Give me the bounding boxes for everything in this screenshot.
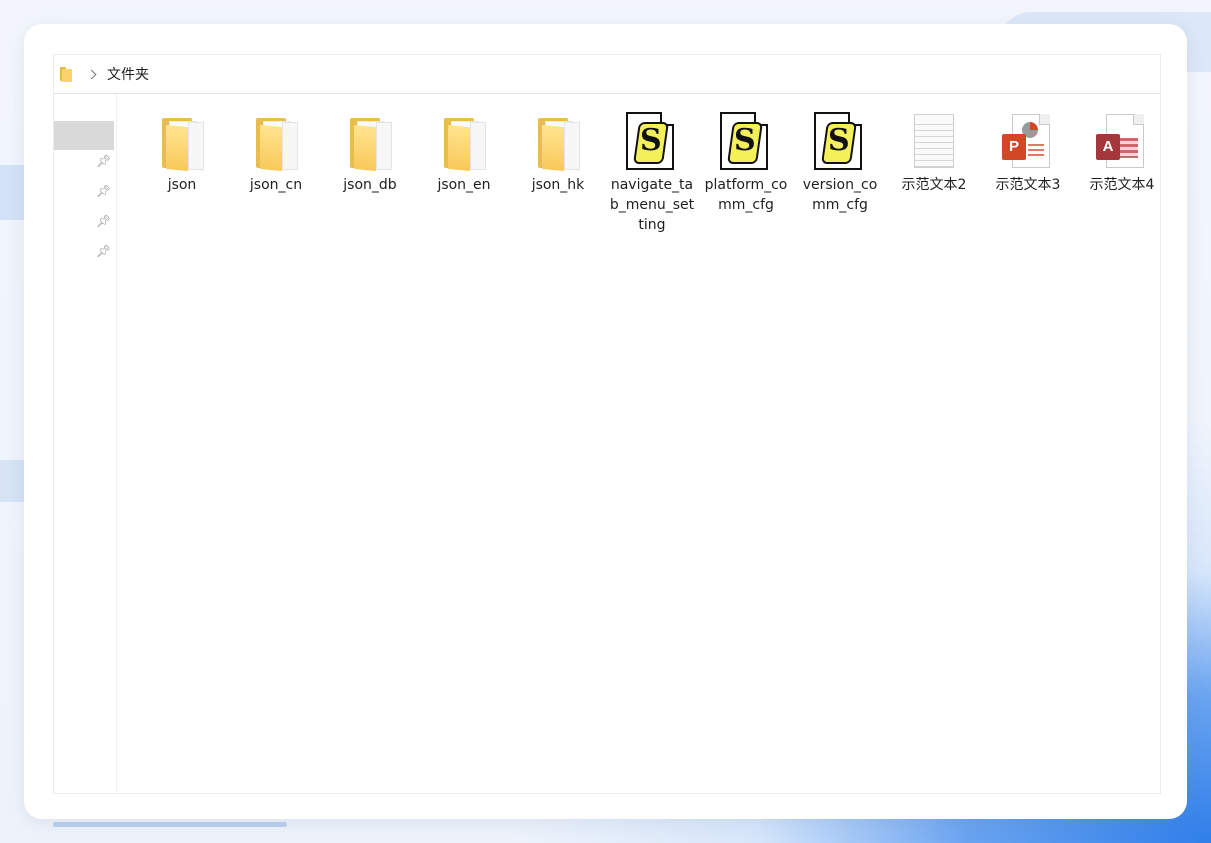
text-file-icon xyxy=(904,112,964,174)
powerpoint-file-icon: P xyxy=(998,112,1058,174)
file-item-示范文本3[interactable]: P 示范文本3 xyxy=(982,112,1074,195)
file-name: navigate_tab_menu_setting xyxy=(609,177,695,233)
pin-icon[interactable]: 📌︎ xyxy=(96,154,111,168)
file-name: json_cn xyxy=(249,177,303,193)
script-file-icon: S xyxy=(622,112,682,174)
folder-icon xyxy=(434,112,494,174)
explorer-window: 文件夹 📌︎ 📌︎ 📌︎ 📌︎ json json_cn json_db jso… xyxy=(24,24,1187,819)
navigation-pane: 📌︎ 📌︎ 📌︎ 📌︎ xyxy=(54,94,117,792)
file-name: 示范文本2 xyxy=(901,177,967,193)
file-name: json_hk xyxy=(531,177,585,193)
address-bar[interactable]: 文件夹 xyxy=(54,55,1160,94)
file-item-json_hk[interactable]: json_hk xyxy=(512,112,604,195)
folder-icon xyxy=(152,112,212,174)
folder-icon xyxy=(528,112,588,174)
file-item-navigate_tab_menu_setting[interactable]: S navigate_tab_menu_setting xyxy=(606,112,698,235)
file-item-json_en[interactable]: json_en xyxy=(418,112,510,195)
file-name: json xyxy=(167,177,197,193)
pin-icon[interactable]: 📌︎ xyxy=(96,244,111,258)
file-item-json[interactable]: json xyxy=(136,112,228,195)
file-list: json json_cn json_db json_en json_hk S n… xyxy=(116,94,1160,792)
file-name: version_comm_cfg xyxy=(802,177,878,213)
pin-icon[interactable]: 📌︎ xyxy=(96,214,111,228)
script-file-icon: S xyxy=(810,112,870,174)
folder-icon xyxy=(246,112,306,174)
file-name: 示范文本3 xyxy=(995,177,1061,193)
file-item-示范文本4[interactable]: A 示范文本4 xyxy=(1076,112,1168,195)
breadcrumb-current[interactable]: 文件夹 xyxy=(107,64,149,84)
file-item-json_cn[interactable]: json_cn xyxy=(230,112,322,195)
file-name: platform_comm_cfg xyxy=(704,177,788,213)
folder-icon xyxy=(60,66,74,82)
nav-item-selected[interactable] xyxy=(54,121,114,150)
file-item-示范文本2[interactable]: 示范文本2 xyxy=(888,112,980,195)
script-file-icon: S xyxy=(716,112,776,174)
folder-icon xyxy=(340,112,400,174)
access-file-icon: A xyxy=(1092,112,1152,174)
chevron-right-icon[interactable] xyxy=(86,69,97,79)
file-name: 示范文本4 xyxy=(1089,177,1155,193)
file-name: json_en xyxy=(437,177,491,193)
pin-icon[interactable]: 📌︎ xyxy=(96,184,111,198)
file-item-version_comm_cfg[interactable]: S version_comm_cfg xyxy=(794,112,886,215)
file-item-platform_comm_cfg[interactable]: S platform_comm_cfg xyxy=(700,112,792,215)
file-name: json_db xyxy=(343,177,397,193)
file-item-json_db[interactable]: json_db xyxy=(324,112,416,195)
file-explorer: 文件夹 📌︎ 📌︎ 📌︎ 📌︎ json json_cn json_db jso… xyxy=(53,54,1161,794)
horizontal-scrollbar[interactable] xyxy=(53,822,287,827)
